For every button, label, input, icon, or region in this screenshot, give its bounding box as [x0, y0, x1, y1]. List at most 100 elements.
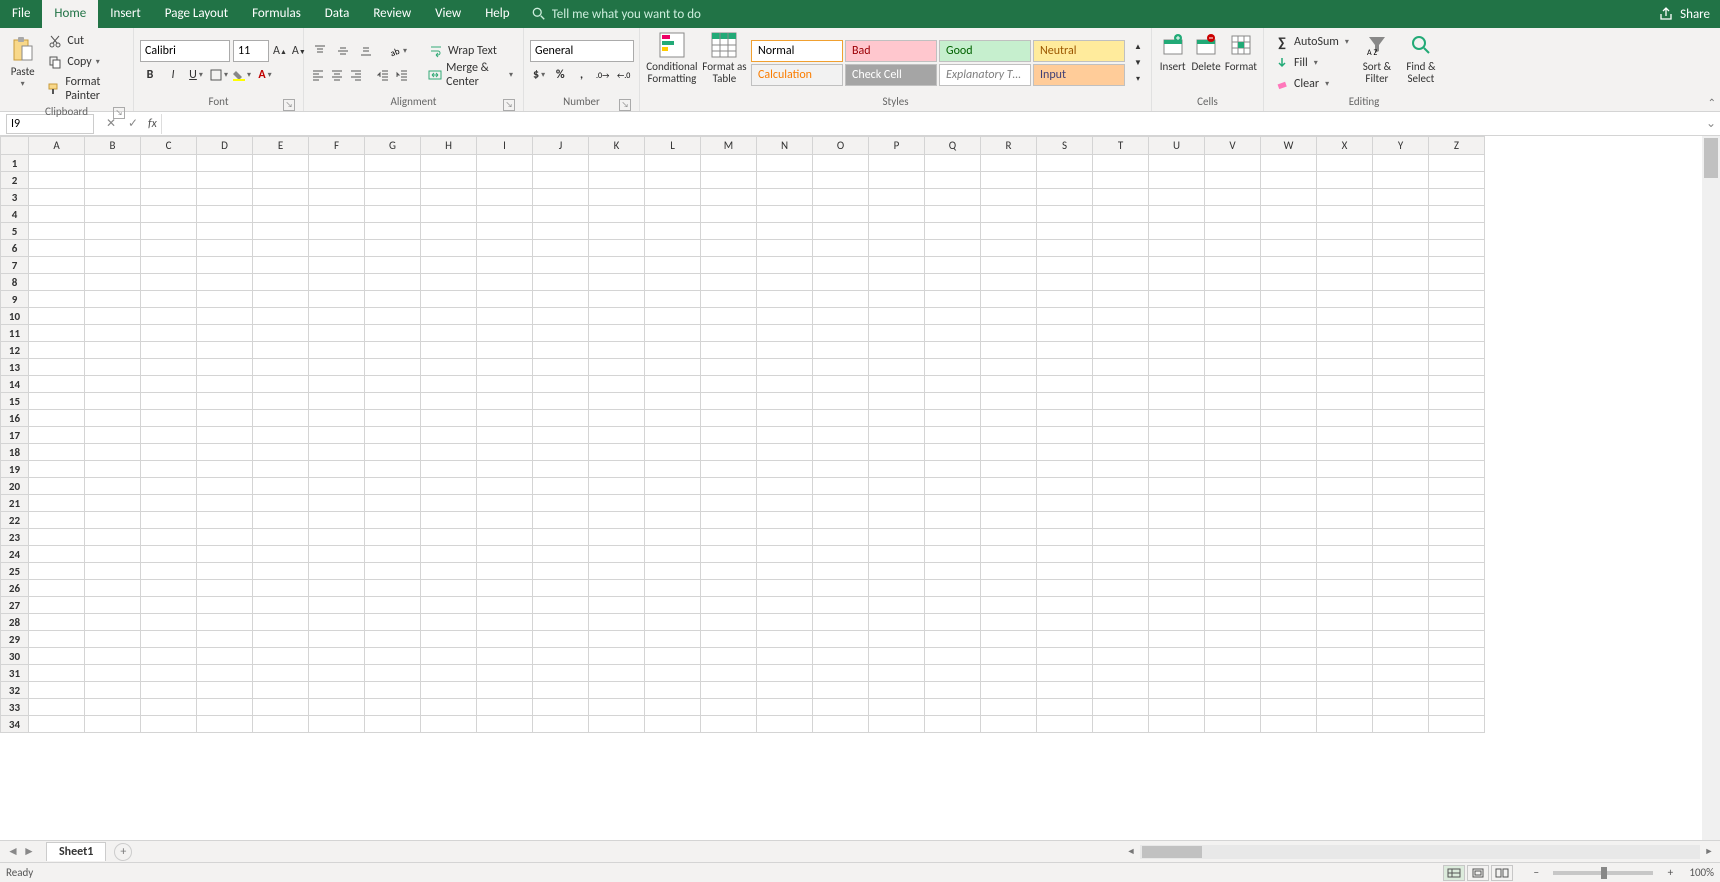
cell-R30[interactable]	[981, 648, 1037, 665]
tab-page-layout[interactable]: Page Layout	[153, 0, 240, 28]
cell-Z17[interactable]	[1429, 427, 1485, 444]
cell-L15[interactable]	[645, 393, 701, 410]
cell-V28[interactable]	[1205, 614, 1261, 631]
cell-W34[interactable]	[1261, 716, 1317, 733]
cell-K23[interactable]	[589, 529, 645, 546]
cell-X34[interactable]	[1317, 716, 1373, 733]
cell-Z20[interactable]	[1429, 478, 1485, 495]
cell-B32[interactable]	[85, 682, 141, 699]
cell-E17[interactable]	[253, 427, 309, 444]
cell-T8[interactable]	[1093, 274, 1149, 291]
cell-M21[interactable]	[701, 495, 757, 512]
cell-O23[interactable]	[813, 529, 869, 546]
cell-S29[interactable]	[1037, 631, 1093, 648]
cell-M17[interactable]	[701, 427, 757, 444]
cell-V25[interactable]	[1205, 563, 1261, 580]
cell-G7[interactable]	[365, 257, 421, 274]
cell-Y20[interactable]	[1373, 478, 1429, 495]
cell-H13[interactable]	[421, 359, 477, 376]
cell-Q6[interactable]	[925, 240, 981, 257]
cell-F5[interactable]	[309, 223, 365, 240]
column-header-T[interactable]: T	[1093, 137, 1149, 155]
cell-L34[interactable]	[645, 716, 701, 733]
cell-J15[interactable]	[533, 393, 589, 410]
cell-G14[interactable]	[365, 376, 421, 393]
cell-S3[interactable]	[1037, 189, 1093, 206]
cell-T25[interactable]	[1093, 563, 1149, 580]
cell-U22[interactable]	[1149, 512, 1205, 529]
cell-J1[interactable]	[533, 155, 589, 172]
row-header-27[interactable]: 27	[1, 597, 29, 614]
cell-Y10[interactable]	[1373, 308, 1429, 325]
align-top[interactable]	[310, 41, 330, 61]
cell-P8[interactable]	[869, 274, 925, 291]
cell-V5[interactable]	[1205, 223, 1261, 240]
cell-Z11[interactable]	[1429, 325, 1485, 342]
cell-Q17[interactable]	[925, 427, 981, 444]
row-header-26[interactable]: 26	[1, 580, 29, 597]
cell-Q14[interactable]	[925, 376, 981, 393]
cell-W9[interactable]	[1261, 291, 1317, 308]
cell-G16[interactable]	[365, 410, 421, 427]
cell-R12[interactable]	[981, 342, 1037, 359]
cell-U3[interactable]	[1149, 189, 1205, 206]
cell-A28[interactable]	[29, 614, 85, 631]
cell-M30[interactable]	[701, 648, 757, 665]
cell-L27[interactable]	[645, 597, 701, 614]
cell-O31[interactable]	[813, 665, 869, 682]
cell-W27[interactable]	[1261, 597, 1317, 614]
cell-F3[interactable]	[309, 189, 365, 206]
cell-W13[interactable]	[1261, 359, 1317, 376]
cell-W6[interactable]	[1261, 240, 1317, 257]
cell-D33[interactable]	[197, 699, 253, 716]
expand-formula-bar[interactable]: ⌄	[1702, 116, 1720, 131]
cell-P15[interactable]	[869, 393, 925, 410]
tab-insert[interactable]: Insert	[98, 0, 153, 28]
cell-X33[interactable]	[1317, 699, 1373, 716]
cell-X2[interactable]	[1317, 172, 1373, 189]
cell-W19[interactable]	[1261, 461, 1317, 478]
cell-A15[interactable]	[29, 393, 85, 410]
cell-T4[interactable]	[1093, 206, 1149, 223]
cell-K30[interactable]	[589, 648, 645, 665]
delete-cells-button[interactable]: Delete	[1191, 31, 1220, 95]
cell-H30[interactable]	[421, 648, 477, 665]
cell-W1[interactable]	[1261, 155, 1317, 172]
share-button[interactable]: Share	[1658, 6, 1710, 22]
cell-O25[interactable]	[813, 563, 869, 580]
cell-G9[interactable]	[365, 291, 421, 308]
cell-U29[interactable]	[1149, 631, 1205, 648]
increase-indent[interactable]	[394, 65, 410, 85]
cell-U17[interactable]	[1149, 427, 1205, 444]
cell-X31[interactable]	[1317, 665, 1373, 682]
cell-H23[interactable]	[421, 529, 477, 546]
cell-Q33[interactable]	[925, 699, 981, 716]
number-dialog-launcher[interactable]: ↘	[619, 99, 631, 111]
cell-H32[interactable]	[421, 682, 477, 699]
cell-I13[interactable]	[477, 359, 533, 376]
column-header-G[interactable]: G	[365, 137, 421, 155]
cell-W8[interactable]	[1261, 274, 1317, 291]
cell-A33[interactable]	[29, 699, 85, 716]
cell-W28[interactable]	[1261, 614, 1317, 631]
cell-S31[interactable]	[1037, 665, 1093, 682]
cell-F31[interactable]	[309, 665, 365, 682]
cell-H34[interactable]	[421, 716, 477, 733]
vertical-scrollbar[interactable]	[1702, 136, 1720, 840]
cell-J9[interactable]	[533, 291, 589, 308]
cell-F26[interactable]	[309, 580, 365, 597]
cell-D29[interactable]	[197, 631, 253, 648]
cell-R19[interactable]	[981, 461, 1037, 478]
cell-I26[interactable]	[477, 580, 533, 597]
cell-A19[interactable]	[29, 461, 85, 478]
cell-B26[interactable]	[85, 580, 141, 597]
cell-G28[interactable]	[365, 614, 421, 631]
cell-X8[interactable]	[1317, 274, 1373, 291]
cell-M32[interactable]	[701, 682, 757, 699]
cell-X26[interactable]	[1317, 580, 1373, 597]
cell-M29[interactable]	[701, 631, 757, 648]
cell-O22[interactable]	[813, 512, 869, 529]
cell-J23[interactable]	[533, 529, 589, 546]
cell-L4[interactable]	[645, 206, 701, 223]
zoom-level[interactable]: 100%	[1689, 866, 1714, 879]
